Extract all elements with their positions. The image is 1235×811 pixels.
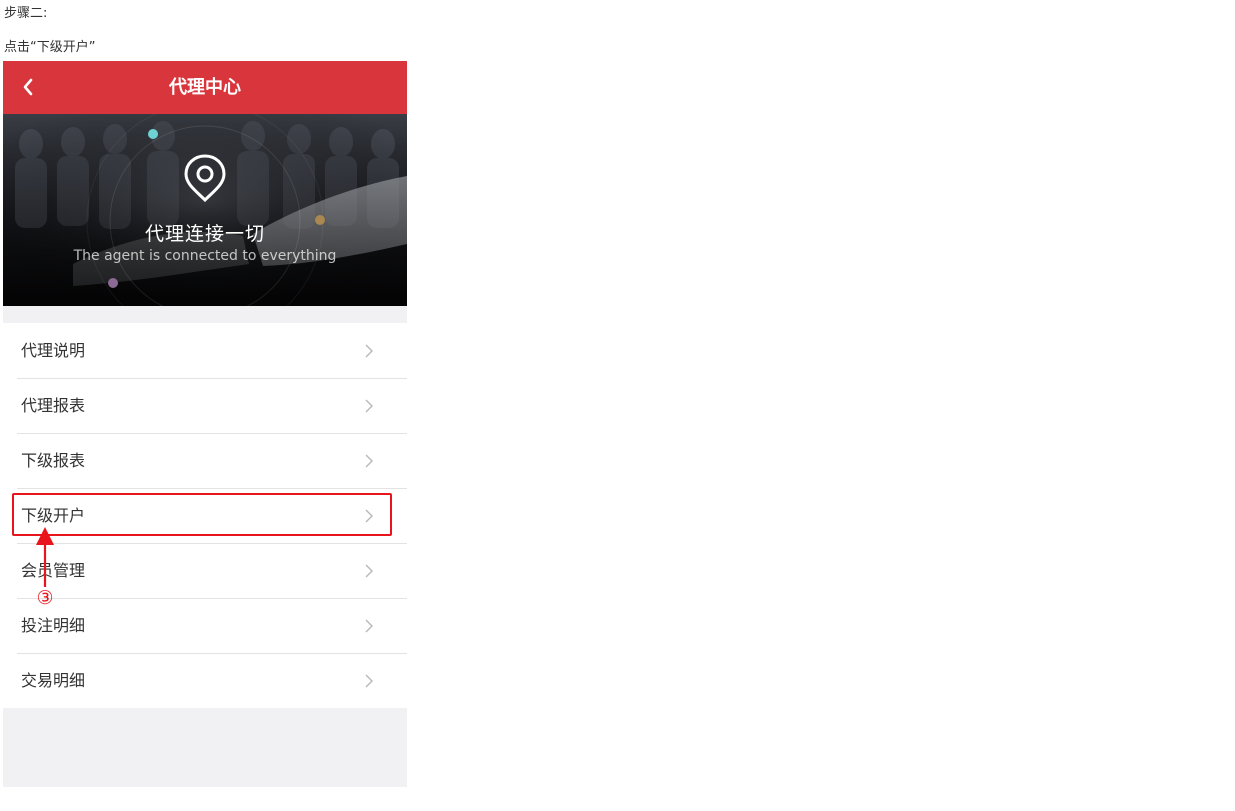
- banner-title: 代理连接一切: [144, 223, 265, 245]
- menu-item-label: 交易明细: [21, 671, 86, 690]
- agent-banner: 代理连接一切 The agent is connected to everyth…: [3, 114, 407, 306]
- banner-subtitle: The agent is connected to everything: [73, 248, 337, 264]
- chevron-right-icon: [365, 454, 373, 468]
- chevron-left-icon: [23, 78, 33, 96]
- menu-item-bet-details[interactable]: 投注明细: [3, 598, 407, 653]
- chevron-right-icon: [365, 344, 373, 358]
- page-title: 代理中心: [169, 77, 241, 98]
- back-button[interactable]: [17, 75, 41, 99]
- step-number-marker: ③: [36, 587, 54, 609]
- menu-item-agent-description[interactable]: 代理说明: [3, 323, 407, 378]
- menu-item-label: 代理报表: [21, 396, 86, 415]
- menu-item-agent-report[interactable]: 代理报表: [3, 378, 407, 433]
- menu-item-transaction-details[interactable]: 交易明细: [3, 653, 407, 708]
- menu-item-member-management[interactable]: 会员管理: [3, 543, 407, 598]
- app-header: 代理中心: [3, 61, 407, 114]
- step-instruction: 点击“下级开户”: [4, 40, 96, 55]
- step-heading: 步骤二:: [4, 6, 48, 21]
- banner-background: [3, 114, 407, 306]
- phone-screen: 代理中心 代理连接一切 The agent is connected to ev…: [3, 61, 407, 787]
- menu-item-label: 下级报表: [21, 451, 86, 470]
- chevron-right-icon: [365, 564, 373, 578]
- menu-item-subordinate-report[interactable]: 下级报表: [3, 433, 407, 488]
- chevron-right-icon: [365, 399, 373, 413]
- chevron-right-icon: [365, 674, 373, 688]
- menu-item-label: 投注明细: [21, 616, 86, 635]
- menu-item-label: 代理说明: [21, 341, 86, 360]
- chevron-right-icon: [365, 619, 373, 633]
- highlight-box: [12, 493, 392, 536]
